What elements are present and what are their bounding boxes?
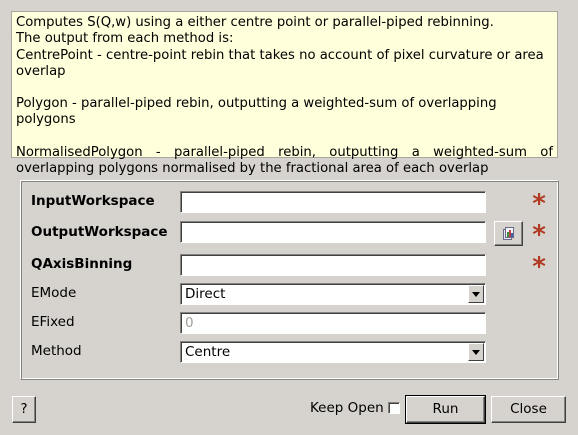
description-line: CentrePoint - centre-point rebin that ta…: [16, 47, 548, 79]
efixed-label: EFixed: [31, 314, 75, 330]
description-line: The output from each method is:: [16, 31, 234, 47]
browse-button[interactable]: [494, 221, 523, 246]
efixed-field[interactable]: 0: [180, 312, 486, 334]
output-workspace-field[interactable]: [180, 221, 486, 243]
description-line: Computes S(Q,w) using a either centre po…: [16, 15, 494, 30]
emode-label: EMode: [31, 285, 77, 301]
emode-dropdown[interactable]: Direct: [180, 283, 486, 305]
keep-open-label: Keep Open: [310, 400, 384, 416]
close-button[interactable]: Close: [491, 396, 566, 423]
method-dropdown[interactable]: Centre: [180, 341, 486, 363]
run-button[interactable]: Run: [405, 395, 486, 424]
folder-icon: [503, 227, 514, 240]
required-star-icon: *: [532, 220, 546, 250]
help-button[interactable]: ?: [12, 396, 36, 423]
method-value: Centre: [185, 344, 231, 360]
algorithm-description: Computes S(Q,w) using a either centre po…: [11, 11, 558, 176]
required-star-icon: *: [532, 189, 546, 219]
emode-value: Direct: [185, 286, 226, 302]
keep-open-checkbox[interactable]: [388, 402, 400, 414]
method-label: Method: [31, 343, 82, 359]
output-workspace-label: OutputWorkspace: [31, 224, 168, 240]
chevron-down-icon[interactable]: [468, 285, 484, 303]
required-star-icon: *: [532, 252, 546, 282]
description-line: Polygon - parallel-piped rebin, outputti…: [16, 96, 501, 128]
input-workspace-label: InputWorkspace: [31, 193, 155, 209]
input-workspace-field[interactable]: [180, 191, 486, 213]
description-line: NormalisedPolygon - parallel-piped rebin…: [16, 144, 558, 177]
q-axis-binning-field[interactable]: [180, 254, 486, 276]
q-axis-binning-label: QAxisBinning: [31, 256, 133, 272]
chevron-down-icon[interactable]: [468, 343, 484, 361]
